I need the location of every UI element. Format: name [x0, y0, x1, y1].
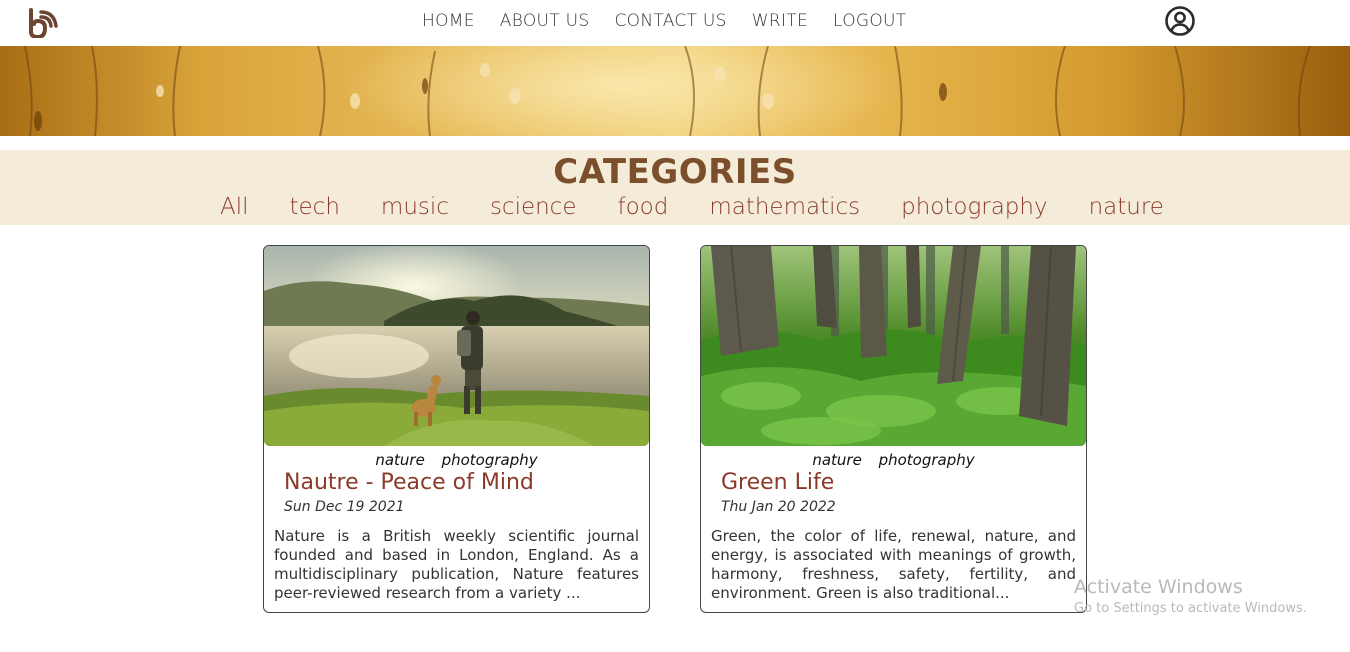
post-tag[interactable]: nature	[375, 451, 424, 469]
category-mathematics[interactable]: mathematics	[709, 193, 860, 221]
category-food[interactable]: food	[617, 193, 668, 221]
post-image-lake-hiker[interactable]	[264, 246, 649, 446]
post-card[interactable]: nature photography Nautre - Peace of Min…	[263, 245, 650, 613]
post-date: Thu Jan 20 2022	[721, 499, 836, 515]
post-title[interactable]: Green Life	[721, 470, 834, 495]
post-tag[interactable]: photography	[442, 451, 538, 469]
post-image-forest[interactable]	[701, 246, 1086, 446]
main-nav: HOME ABOUT US CONTACT US WRITE LOGOUT	[422, 11, 906, 31]
post-excerpt: Nature is a British weekly scientific jo…	[274, 527, 639, 602]
nav-about-us[interactable]: ABOUT US	[500, 11, 590, 31]
watermark-title: Activate Windows	[1074, 576, 1243, 598]
hero-banner-image	[0, 46, 1350, 136]
categories-section: CATEGORIES All tech music science food m…	[0, 150, 1350, 225]
post-tags: nature photography	[264, 451, 649, 469]
post-tag[interactable]: photography	[879, 451, 975, 469]
nav-home[interactable]: HOME	[422, 11, 475, 31]
post-title[interactable]: Nautre - Peace of Mind	[284, 470, 534, 495]
category-photography[interactable]: photography	[901, 193, 1047, 221]
post-tag[interactable]: nature	[812, 451, 861, 469]
category-science[interactable]: science	[490, 193, 577, 221]
nav-contact-us[interactable]: CONTACT US	[615, 11, 727, 31]
post-tags: nature photography	[701, 451, 1086, 469]
categories-title: CATEGORIES	[553, 152, 797, 192]
post-card[interactable]: nature photography Green Life Thu Jan 20…	[700, 245, 1087, 613]
category-music[interactable]: music	[381, 193, 449, 221]
category-list: All tech music science food mathematics …	[220, 193, 1164, 221]
category-nature[interactable]: nature	[1089, 193, 1164, 221]
post-date: Sun Dec 19 2021	[284, 499, 405, 515]
top-navbar: HOME ABOUT US CONTACT US WRITE LOGOUT	[0, 0, 1350, 46]
post-excerpt: Green, the color of life, renewal, natur…	[711, 527, 1076, 602]
category-tech[interactable]: tech	[290, 193, 340, 221]
watermark-subtitle: Go to Settings to activate Windows.	[1074, 601, 1307, 616]
nav-logout[interactable]: LOGOUT	[833, 11, 906, 31]
category-all[interactable]: All	[220, 193, 249, 221]
nav-write[interactable]: WRITE	[752, 11, 808, 31]
activate-windows-watermark: Activate Windows Go to Settings to activ…	[1074, 576, 1307, 618]
rss-b-logo-icon[interactable]	[28, 6, 62, 40]
user-circle-icon[interactable]	[1164, 5, 1196, 37]
